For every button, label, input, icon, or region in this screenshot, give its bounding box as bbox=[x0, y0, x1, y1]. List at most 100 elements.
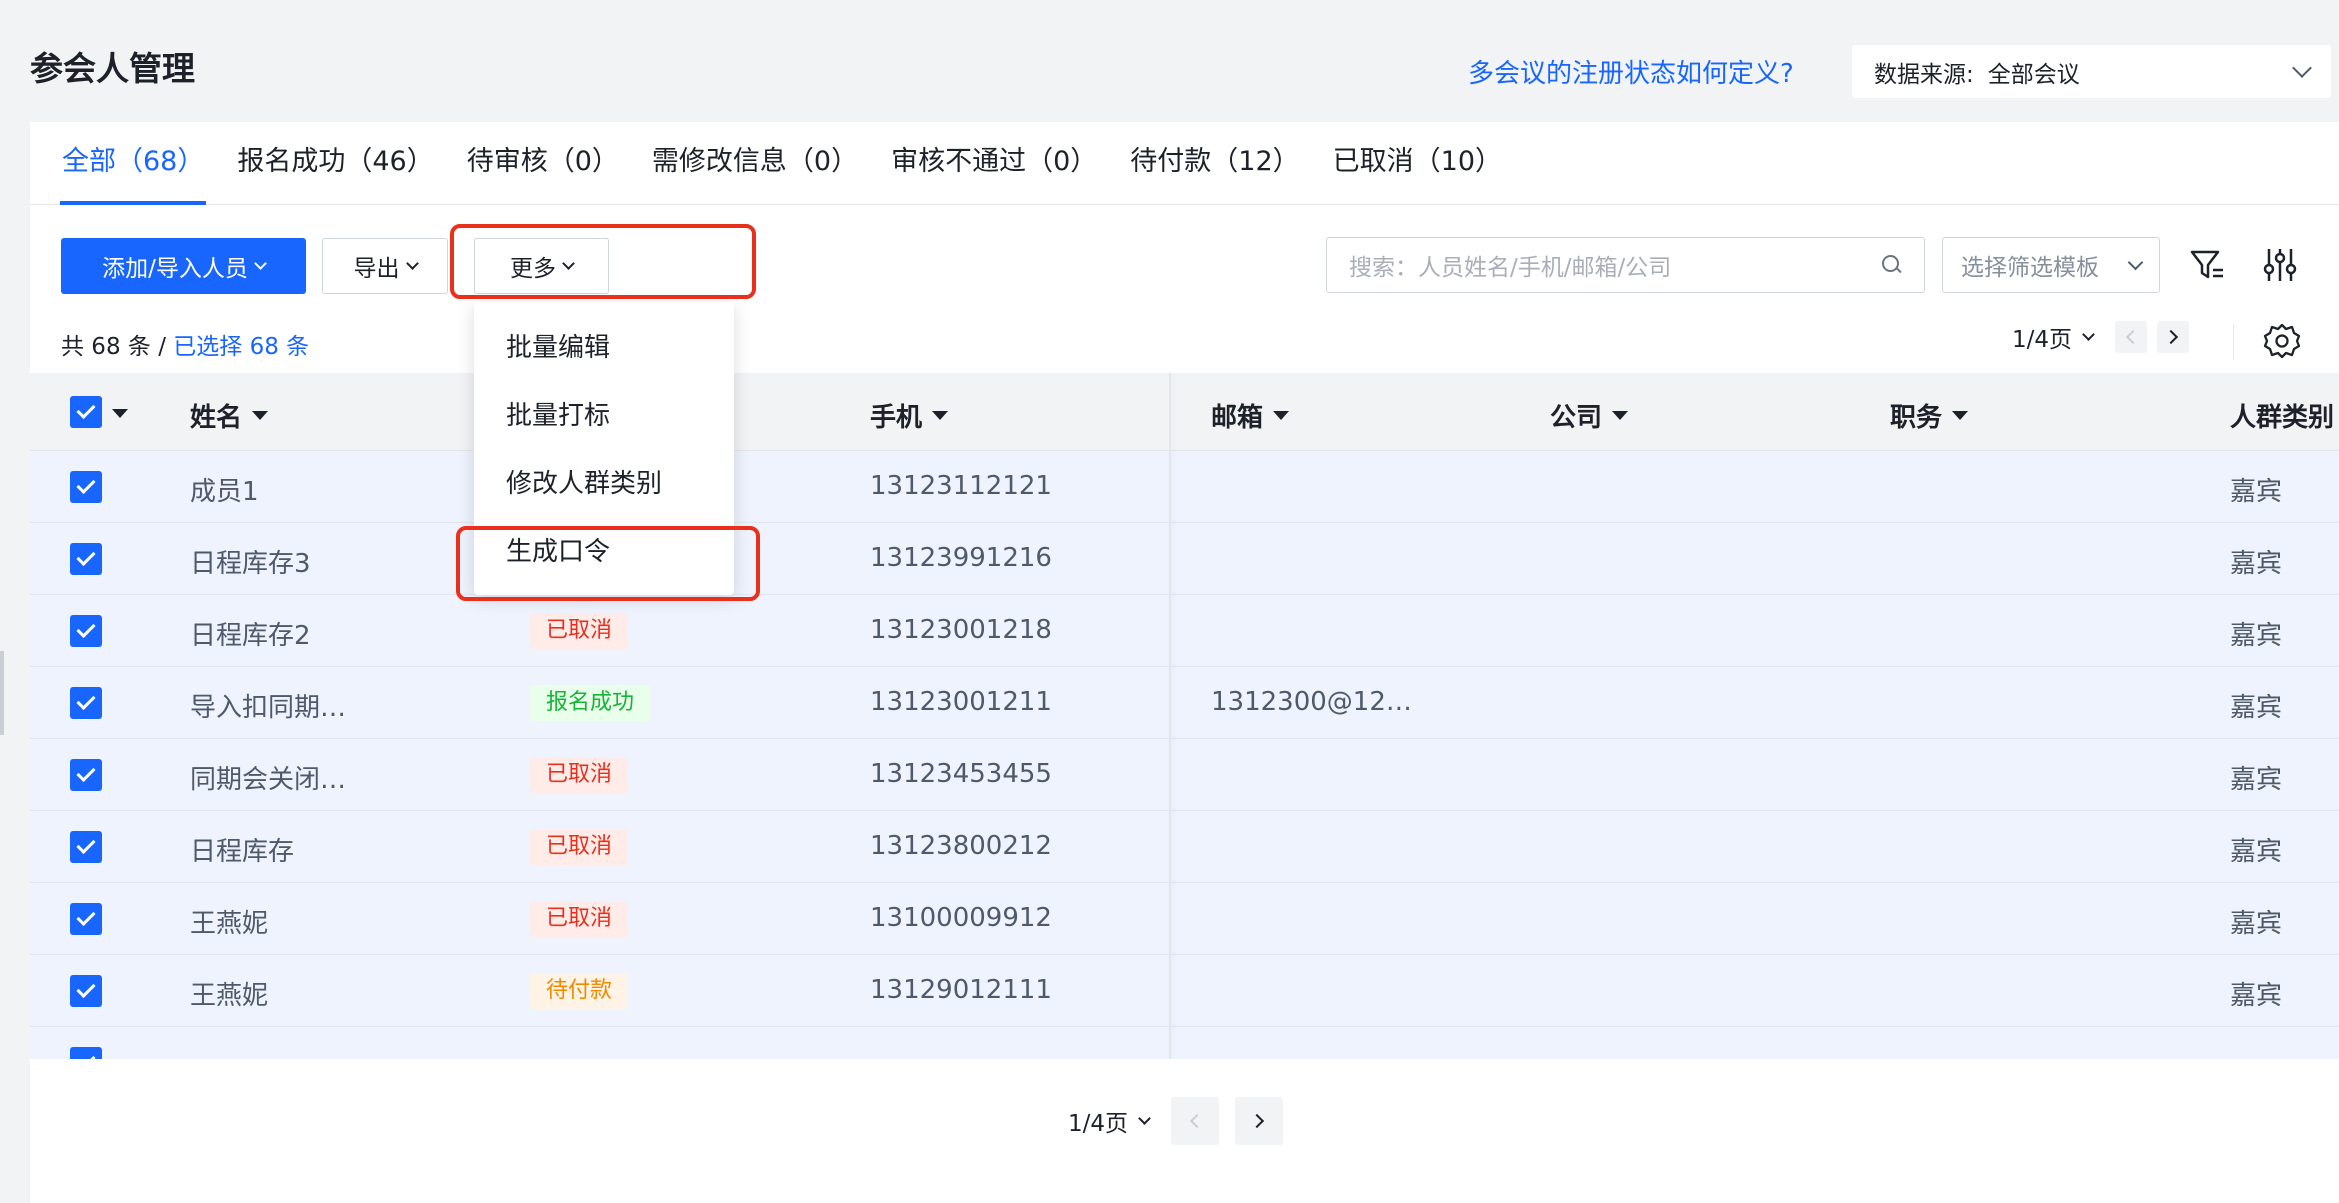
side-handle[interactable] bbox=[0, 651, 4, 735]
cell-name: 王燕妮 bbox=[190, 909, 269, 939]
table-row[interactable] bbox=[30, 1027, 2339, 1059]
chevron-down-icon bbox=[1138, 1111, 1151, 1125]
status-badge: 已取消 bbox=[530, 901, 629, 937]
tab-pending-review[interactable]: 待审核（0） bbox=[467, 139, 619, 204]
prev-page-button[interactable] bbox=[2115, 321, 2148, 353]
table-row[interactable]: 日程库存3 13123991216 嘉宾 bbox=[30, 523, 2339, 595]
column-header-name[interactable]: 姓名 bbox=[190, 397, 269, 434]
row-checkbox[interactable] bbox=[70, 975, 102, 1007]
column-header-title[interactable]: 职务 bbox=[1890, 397, 1969, 434]
search-icon[interactable] bbox=[1882, 255, 1902, 275]
page-indicator[interactable]: 1/4页 bbox=[2012, 320, 2072, 354]
export-button[interactable]: 导出 bbox=[322, 238, 448, 294]
column-header-email[interactable]: 邮箱 bbox=[1211, 397, 1290, 434]
cell-phone: 13123800212 bbox=[870, 831, 1052, 861]
row-checkbox[interactable] bbox=[70, 831, 102, 863]
cell-phone: 13129012111 bbox=[870, 975, 1052, 1005]
total-count: 共 68 条 / bbox=[61, 334, 166, 360]
sort-caret-icon[interactable] bbox=[252, 411, 269, 420]
menu-item-batch-edit[interactable]: 批量编辑 bbox=[474, 328, 734, 396]
cell-group: 嘉宾 bbox=[2230, 909, 2283, 939]
cell-name: 同期会关闭… bbox=[190, 765, 347, 795]
column-settings-icon[interactable] bbox=[2260, 245, 2300, 285]
selection-summary: 共 68 条 / 已选择 68 条 bbox=[61, 327, 309, 361]
sort-caret-icon[interactable] bbox=[1273, 411, 1290, 420]
caret-down-icon[interactable] bbox=[112, 409, 128, 418]
cell-group: 嘉宾 bbox=[2230, 981, 2283, 1011]
search-placeholder: 搜索：人员姓名/手机/邮箱/公司 bbox=[1349, 255, 1672, 281]
cell-phone: 13123001218 bbox=[870, 615, 1052, 645]
search-input[interactable]: 搜索：人员姓名/手机/邮箱/公司 bbox=[1326, 237, 1925, 293]
row-checkbox[interactable] bbox=[70, 615, 102, 647]
tab-all[interactable]: 全部（68） bbox=[59, 139, 207, 205]
row-checkbox[interactable] bbox=[70, 687, 102, 719]
table-row[interactable]: 王燕妮 已取消 13100009912 嘉宾 bbox=[30, 883, 2339, 955]
data-source-select[interactable]: 数据来源: 全部会议 bbox=[1852, 45, 2331, 98]
row-checkbox[interactable] bbox=[70, 471, 102, 503]
filter-icon[interactable] bbox=[2187, 245, 2227, 285]
status-badge: 已取消 bbox=[530, 829, 629, 865]
filter-template-select[interactable]: 选择筛选模板 bbox=[1942, 237, 2160, 293]
row-checkbox[interactable] bbox=[70, 543, 102, 575]
highlight-box-generate-code bbox=[456, 526, 760, 601]
chevron-left-icon bbox=[2125, 329, 2141, 345]
next-page-button-bottom[interactable] bbox=[1235, 1097, 1284, 1145]
prev-page-button-bottom[interactable] bbox=[1171, 1097, 1220, 1145]
export-label: 导出 bbox=[353, 256, 400, 282]
chevron-down-icon bbox=[405, 256, 419, 270]
next-page-button[interactable] bbox=[2157, 321, 2190, 353]
status-badge: 待付款 bbox=[530, 973, 629, 1009]
chevron-down-icon bbox=[254, 256, 267, 270]
cell-phone: 13100009912 bbox=[870, 903, 1052, 933]
table-row[interactable]: 导入扣同期… 报名成功 13123001211 1312300@12… 嘉宾 bbox=[30, 667, 2339, 739]
tab-cancelled[interactable]: 已取消（10） bbox=[1333, 139, 1502, 204]
sort-caret-icon[interactable] bbox=[1952, 411, 1969, 420]
cell-name: 导入扣同期… bbox=[190, 693, 347, 723]
cell-name: 成员1 bbox=[190, 477, 259, 507]
toolbar-divider bbox=[2233, 324, 2234, 360]
gear-icon[interactable] bbox=[2262, 321, 2302, 361]
sort-caret-icon[interactable] bbox=[1612, 411, 1629, 420]
tab-registered[interactable]: 报名成功（46） bbox=[237, 139, 433, 204]
row-checkbox[interactable] bbox=[70, 903, 102, 935]
table-body: 成员1 13123112121 嘉宾 日程库存3 13123991216 嘉宾 日程库存2 已… bbox=[30, 451, 2339, 1059]
cell-group: 嘉宾 bbox=[2230, 693, 2283, 723]
row-checkbox[interactable] bbox=[70, 759, 102, 791]
add-import-button[interactable]: 添加/导入人员 bbox=[61, 238, 306, 294]
page-indicator-bottom[interactable]: 1/4页 bbox=[1068, 1104, 1128, 1138]
tab-needs-edit[interactable]: 需修改信息（0） bbox=[652, 139, 858, 204]
menu-item-change-group[interactable]: 修改人群类别 bbox=[474, 464, 734, 532]
cell-name: 王燕妮 bbox=[190, 981, 269, 1011]
status-help-link[interactable]: 多会议的注册状态如何定义? bbox=[1468, 53, 1794, 90]
status-badge: 报名成功 bbox=[530, 685, 651, 721]
filter-template-placeholder: 选择筛选模板 bbox=[1961, 255, 2099, 281]
chevron-right-icon bbox=[1249, 1113, 1265, 1129]
status-badge: 已取消 bbox=[530, 613, 629, 649]
table-row[interactable]: 日程库存 已取消 13123800212 嘉宾 bbox=[30, 811, 2339, 883]
row-checkbox[interactable] bbox=[70, 1047, 102, 1059]
tab-pending-payment[interactable]: 待付款（12） bbox=[1130, 139, 1299, 204]
table-header: 姓名 手机 邮箱 公司 职务 人群类别 bbox=[30, 373, 2339, 451]
pager-top: 1/4页 bbox=[2012, 320, 2190, 354]
column-header-company[interactable]: 公司 bbox=[1550, 397, 1629, 434]
table-row[interactable]: 成员1 13123112121 嘉宾 bbox=[30, 451, 2339, 523]
table-row[interactable]: 王燕妮 待付款 13129012111 嘉宾 bbox=[30, 955, 2339, 1027]
table-row[interactable]: 日程库存2 已取消 13123001218 嘉宾 bbox=[30, 595, 2339, 667]
select-all-checkbox[interactable] bbox=[70, 396, 102, 428]
chevron-down-icon bbox=[2292, 57, 2312, 78]
cell-phone: 13123112121 bbox=[870, 471, 1052, 501]
status-tabs: 全部（68） 报名成功（46） 待审核（0） 需修改信息（0） 审核不通过（0）… bbox=[30, 122, 2339, 205]
column-header-phone[interactable]: 手机 bbox=[870, 397, 949, 434]
column-header-group[interactable]: 人群类别 bbox=[2230, 397, 2334, 434]
selected-count[interactable]: 已选择 68 条 bbox=[173, 334, 309, 360]
cell-group: 嘉宾 bbox=[2230, 621, 2283, 651]
cell-phone: 13123001211 bbox=[870, 687, 1052, 717]
table-row[interactable]: 同期会关闭… 已取消 13123453455 嘉宾 bbox=[30, 739, 2339, 811]
data-source-value: 全部会议 bbox=[1987, 61, 2080, 88]
status-badge: 已取消 bbox=[530, 757, 629, 793]
chevron-down-icon bbox=[2127, 254, 2144, 270]
sort-caret-icon[interactable] bbox=[932, 411, 949, 420]
chevron-down-icon bbox=[2082, 327, 2095, 341]
tab-rejected[interactable]: 审核不通过（0） bbox=[891, 139, 1097, 204]
menu-item-batch-tag[interactable]: 批量打标 bbox=[474, 396, 734, 464]
